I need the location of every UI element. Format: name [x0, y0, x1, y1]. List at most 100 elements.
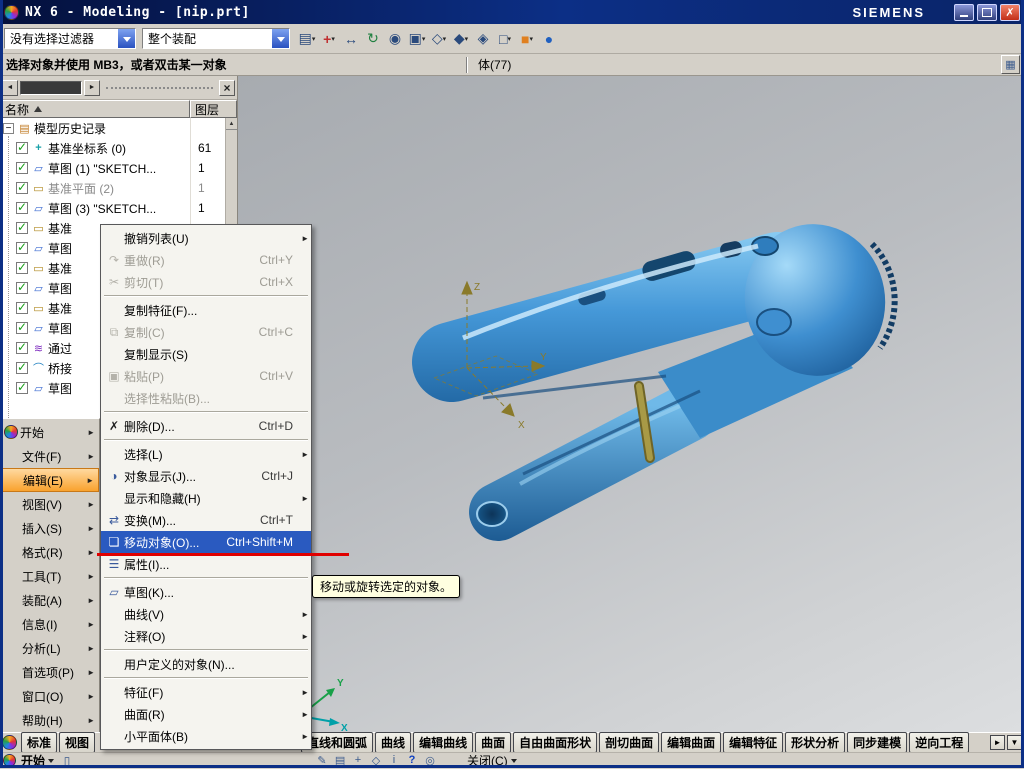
- chevron-down-icon[interactable]: [118, 29, 135, 48]
- context-menu-item[interactable]: 撤销列表(U) ►: [101, 227, 311, 249]
- document-icon[interactable]: [59, 754, 75, 768]
- checkbox[interactable]: [16, 260, 28, 274]
- context-menu-item[interactable]: ☰ 属性(I)...: [101, 553, 311, 575]
- column-header-name[interactable]: 名称: [0, 100, 190, 118]
- sidebar-menu-item[interactable]: 首选项(P) ►: [0, 660, 99, 684]
- tree-row[interactable]: ▱ 草图 (3) "SKETCH... 1: [0, 198, 237, 218]
- toolbar-icon[interactable]: □ ▾: [494, 28, 516, 50]
- context-menu-item[interactable]: 特征(F) ►: [101, 681, 311, 703]
- toolbar-icon[interactable]: ■ ▾: [516, 28, 538, 50]
- tree-row[interactable]: ▤ 模型历史记录: [0, 118, 237, 138]
- minimize-button[interactable]: [954, 3, 974, 21]
- selection-scope-combo[interactable]: 整个装配: [142, 28, 290, 49]
- toolbar-icon[interactable]: ◆ ▾: [450, 28, 472, 50]
- checkbox[interactable]: [16, 220, 28, 234]
- context-menu-item[interactable]: ⧉ 复制(C) Ctrl+C: [101, 321, 311, 343]
- back-arrow-icon[interactable]: [2, 79, 18, 96]
- toolbar-tab[interactable]: 曲面: [475, 732, 512, 753]
- toolbar-tab[interactable]: 曲线: [375, 732, 412, 753]
- type-filter-combo[interactable]: 没有选择过滤器: [4, 28, 136, 49]
- tree-row[interactable]: ▭ 基准平面 (2) 1: [0, 178, 237, 198]
- checkbox[interactable]: [16, 340, 28, 354]
- close-button[interactable]: [1000, 3, 1020, 21]
- toolbar-icon[interactable]: ▤ ▾: [296, 28, 318, 50]
- sidebar-menu-item[interactable]: 窗口(O) ►: [0, 684, 99, 708]
- context-menu-item[interactable]: 曲面(R) ►: [101, 703, 311, 725]
- toolbar-icon[interactable]: + ▾: [318, 28, 340, 50]
- context-menu-item[interactable]: 复制特征(F)...: [101, 299, 311, 321]
- drag-handle[interactable]: [106, 86, 213, 89]
- context-menu-item[interactable]: ◑ 对象显示(J)... Ctrl+J: [101, 465, 311, 487]
- restore-button[interactable]: [977, 3, 997, 21]
- context-menu-item[interactable]: 显示和隐藏(H) ►: [101, 487, 311, 509]
- close-menu-button[interactable]: 关闭(C): [467, 752, 517, 769]
- context-menu-item[interactable]: 注释(O) ►: [101, 625, 311, 647]
- toolbar-tab[interactable]: 逆向工程: [909, 732, 970, 753]
- sidebar-menu-item[interactable]: 插入(S) ►: [0, 516, 99, 540]
- toolbar-icon[interactable]: ◇ ▾: [428, 28, 450, 50]
- sidebar-menu-item[interactable]: 装配(A) ►: [0, 588, 99, 612]
- checkbox[interactable]: [16, 360, 28, 374]
- sidebar-menu-item[interactable]: 开始 ►: [0, 420, 99, 444]
- context-menu-item[interactable]: ❏ 移动对象(O)... Ctrl+Shift+M: [97, 531, 349, 556]
- status-icon[interactable]: ◇: [367, 754, 385, 767]
- toolbar-icon[interactable]: ↻: [362, 28, 384, 50]
- status-icon[interactable]: ✎: [313, 754, 331, 767]
- sidebar-menu-item[interactable]: 信息(I) ►: [0, 612, 99, 636]
- sidebar-menu-item[interactable]: 分析(L) ►: [0, 636, 99, 660]
- tree-row[interactable]: ▱ 草图 (1) "SKETCH... 1: [0, 158, 237, 178]
- context-menu-item[interactable]: 选择(L) ►: [101, 443, 311, 465]
- status-icon[interactable]: +: [349, 754, 367, 767]
- context-menu-item[interactable]: 选择性粘贴(B)...: [101, 387, 311, 409]
- toolbar-tab[interactable]: 自由曲面形状: [513, 732, 598, 753]
- context-menu-item[interactable]: 用户定义的对象(N)...: [101, 653, 311, 675]
- toolbar-tab[interactable]: 同步建模: [847, 732, 908, 753]
- tree-row[interactable]: + 基准坐标系 (0) 61: [0, 138, 237, 158]
- checkbox[interactable]: [16, 240, 28, 254]
- toolbar-icon[interactable]: ●: [538, 28, 560, 50]
- context-menu-item[interactable]: ⇄ 变换(M)... Ctrl+T: [101, 509, 311, 531]
- toolbar-icon[interactable]: ↔: [340, 28, 362, 50]
- start-menu-button[interactable]: 开始: [21, 752, 55, 769]
- toolbar-tab[interactable]: 编辑曲面: [661, 732, 722, 753]
- sidebar-menu-item[interactable]: 帮助(H) ►: [0, 708, 99, 732]
- collapsed-tab-slot[interactable]: [20, 80, 82, 95]
- expander-icon[interactable]: [3, 122, 14, 134]
- sidebar-menu-item[interactable]: 视图(V) ►: [0, 492, 99, 516]
- toolbar-tab[interactable]: 剖切曲面: [599, 732, 660, 753]
- panel-close-icon[interactable]: [219, 79, 235, 96]
- column-header-layer[interactable]: 图层: [190, 100, 237, 118]
- dialog-rail-icon[interactable]: [1001, 55, 1020, 74]
- context-menu-item[interactable]: ▣ 粘贴(P) Ctrl+V: [101, 365, 311, 387]
- checkbox[interactable]: [16, 300, 28, 314]
- checkbox[interactable]: [16, 280, 28, 294]
- context-menu-item[interactable]: 曲线(V) ►: [101, 603, 311, 625]
- context-menu-item[interactable]: ✗ 删除(D)... Ctrl+D: [101, 415, 311, 437]
- checkbox[interactable]: [16, 140, 28, 154]
- toolbar-tab[interactable]: 编辑曲线: [413, 732, 474, 753]
- sidebar-menu-item[interactable]: 编辑(E) ►: [0, 468, 99, 492]
- overflow-down-icon[interactable]: [1007, 735, 1022, 750]
- checkbox[interactable]: [16, 200, 28, 214]
- toolbar-icon[interactable]: ◈: [472, 28, 494, 50]
- toolbar-icon[interactable]: ◉: [384, 28, 406, 50]
- 3d-model[interactable]: Z Y X Z Y X: [238, 76, 1024, 732]
- context-menu-item[interactable]: ↷ 重做(R) Ctrl+Y: [101, 249, 311, 271]
- status-icon[interactable]: ▤: [331, 754, 349, 767]
- toolbar-tab[interactable]: 视图: [59, 732, 96, 753]
- context-menu-item[interactable]: 小平面体(B) ►: [101, 725, 311, 747]
- status-icon[interactable]: ◎: [421, 754, 439, 767]
- graphics-viewport[interactable]: Z Y X Z Y X: [238, 76, 1024, 732]
- sidebar-menu-item[interactable]: 工具(T) ►: [0, 564, 99, 588]
- context-menu-item[interactable]: ▱ 草图(K)...: [101, 581, 311, 603]
- sidebar-menu-item[interactable]: 文件(F) ►: [0, 444, 99, 468]
- status-icon[interactable]: i: [385, 754, 403, 767]
- toolbar-tab[interactable]: 标准: [21, 732, 58, 753]
- toolbar-icon[interactable]: ▣ ▾: [406, 28, 428, 50]
- context-menu-item[interactable]: ✂ 剪切(T) Ctrl+X: [101, 271, 311, 293]
- chevron-down-icon[interactable]: [272, 29, 289, 48]
- sidebar-menu-item[interactable]: 格式(R) ►: [0, 540, 99, 564]
- checkbox[interactable]: [16, 320, 28, 334]
- checkbox[interactable]: [16, 380, 28, 394]
- toolbar-tab[interactable]: 编辑特征: [723, 732, 784, 753]
